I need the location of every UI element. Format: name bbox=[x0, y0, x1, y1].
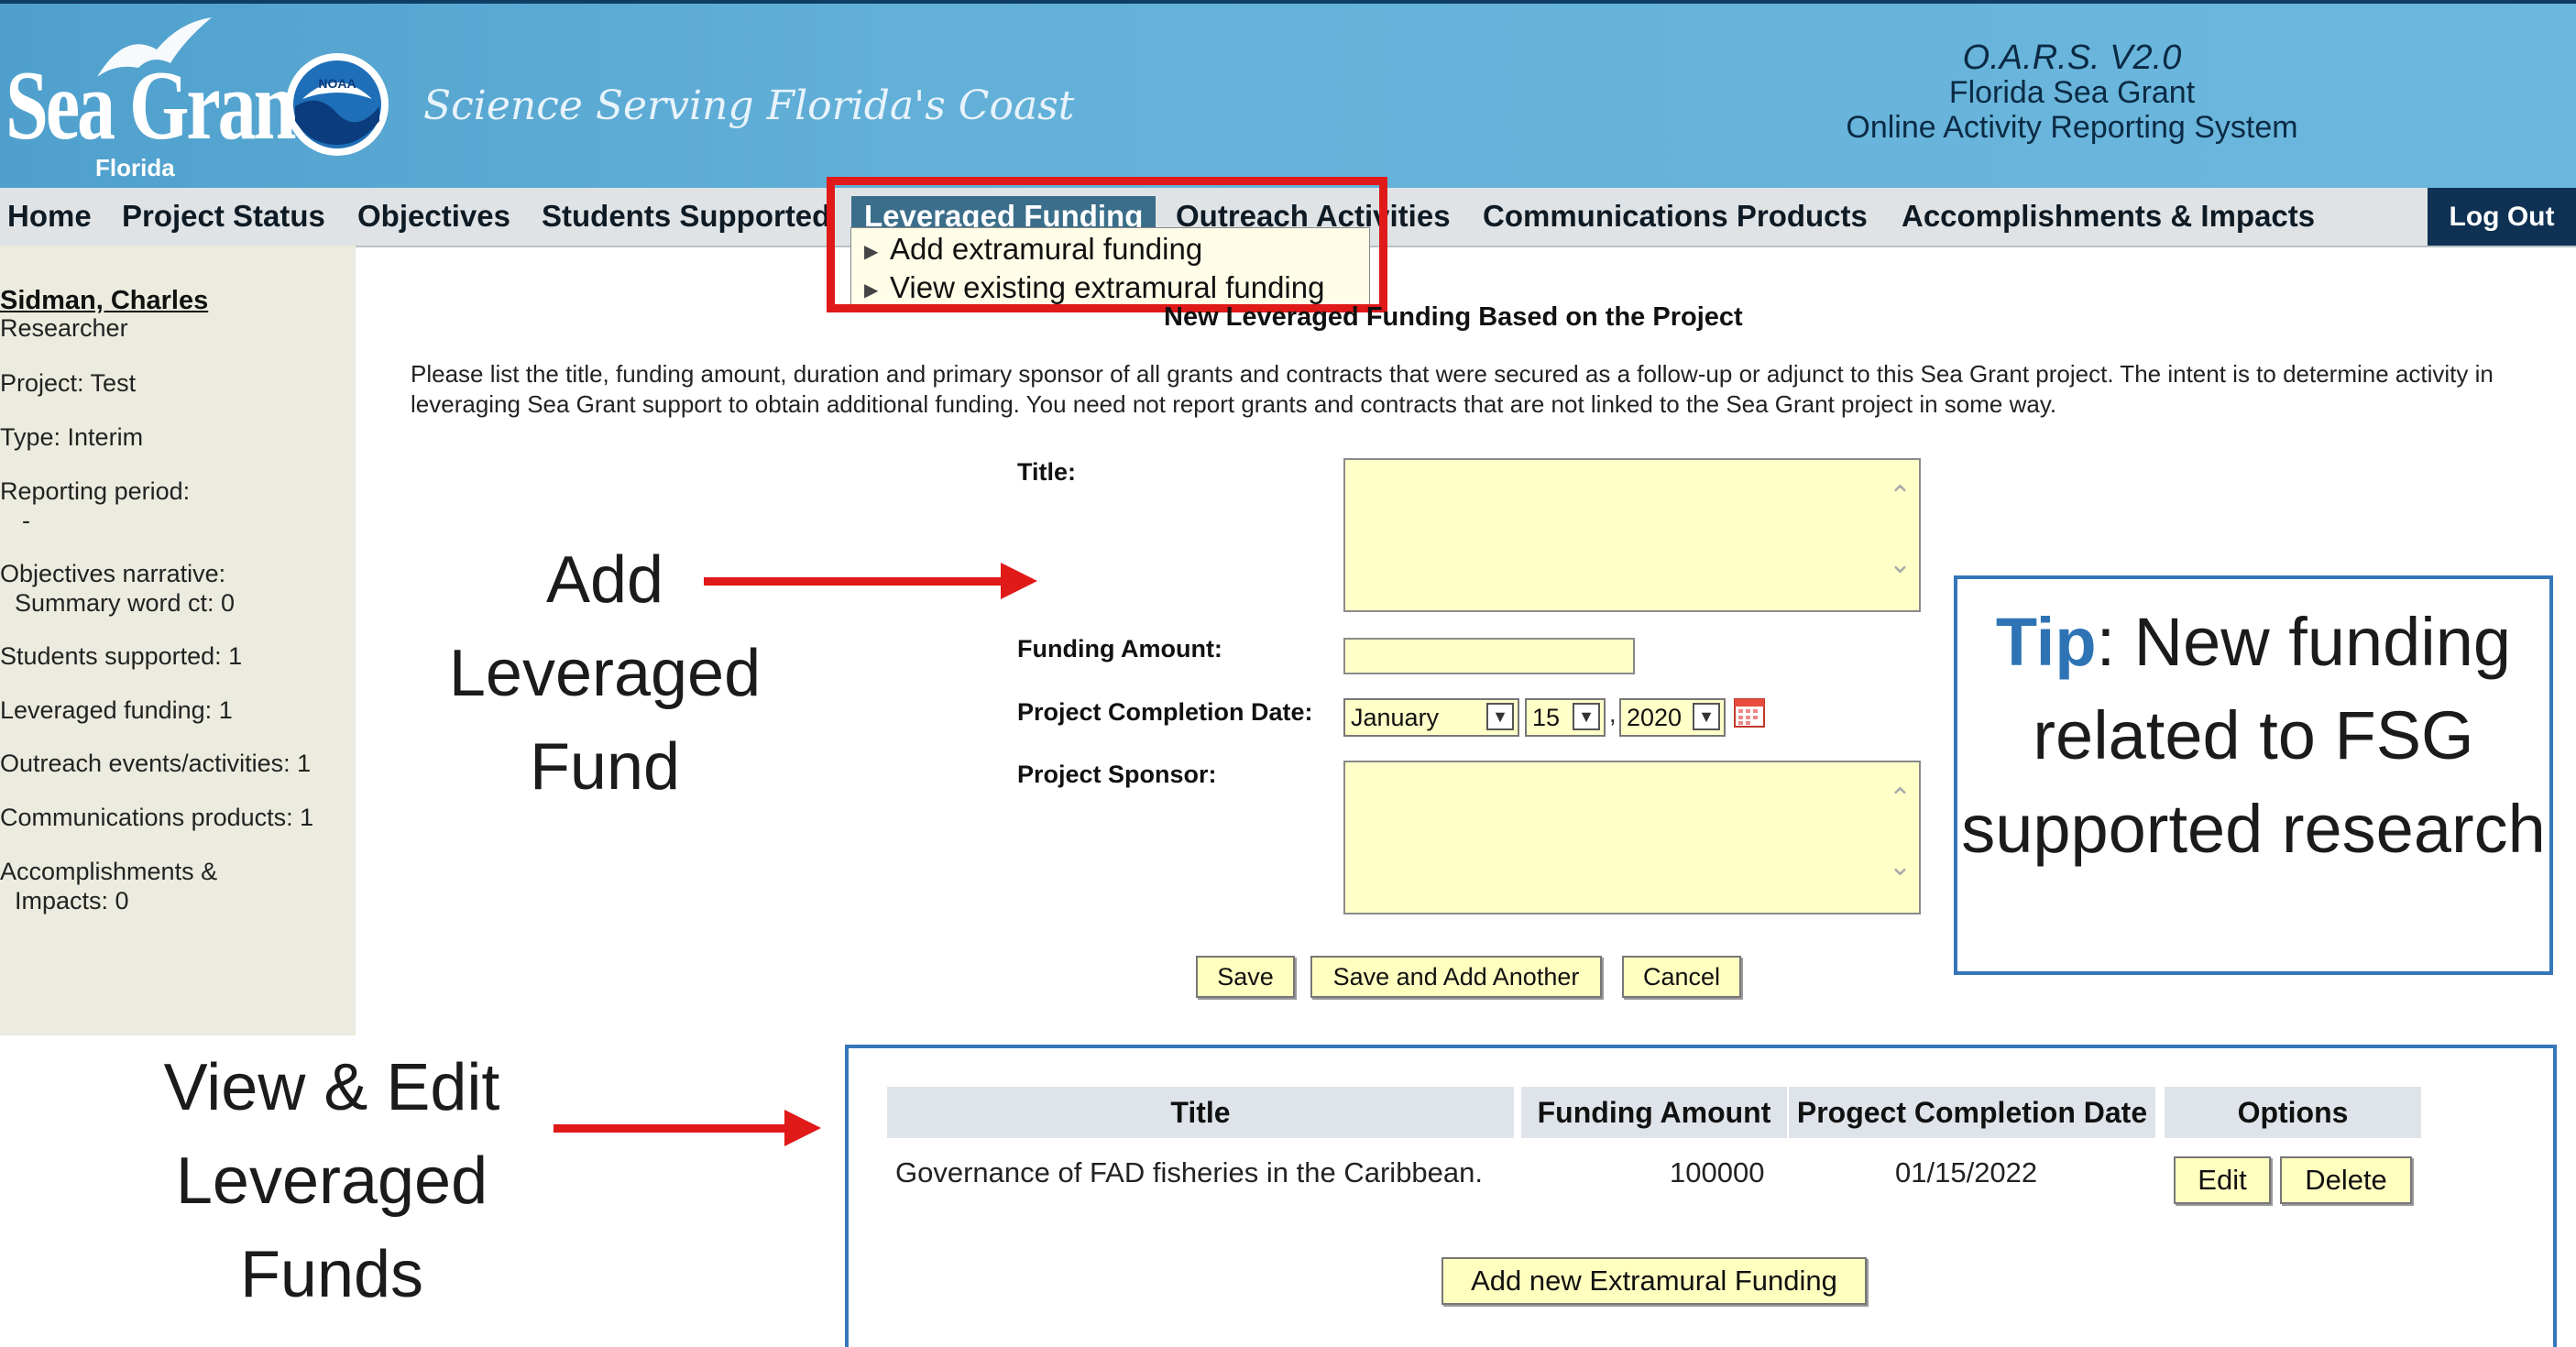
col-header-title: Title bbox=[887, 1087, 1514, 1138]
researcher-name-link[interactable]: Sidman, Charles bbox=[0, 286, 208, 316]
row-funding-amount: 100000 bbox=[1670, 1156, 1765, 1188]
row-title: Governance of FAD fisheries in the Carib… bbox=[895, 1156, 1484, 1188]
leveraged-funding-count: Leveraged funding: 1 bbox=[0, 696, 233, 724]
reporting-period-label: Reporting period: bbox=[0, 477, 191, 505]
project-sponsor-textarea[interactable]: ⌃ ⌄ bbox=[1343, 761, 1921, 914]
month-select[interactable]: January ▼ bbox=[1343, 698, 1519, 737]
objectives-narrative-label: Objectives narrative: bbox=[0, 560, 226, 587]
chevron-down-icon: ▼ bbox=[1573, 703, 1600, 730]
date-separator: , bbox=[1609, 700, 1617, 728]
col-header-completion-date: Progect Completion Date bbox=[1789, 1087, 2155, 1138]
tip-keyword: Tip bbox=[1995, 604, 2097, 680]
row-completion-date: 01/15/2022 bbox=[1895, 1156, 2038, 1188]
save-button[interactable]: Save bbox=[1196, 956, 1295, 998]
add-new-extramural-funding-button[interactable]: Add new Extramural Funding bbox=[1441, 1257, 1867, 1305]
researcher-role: Researcher bbox=[0, 314, 128, 342]
tip-text: Tip: New funding related to FSG supporte… bbox=[1957, 596, 2549, 876]
cancel-button[interactable]: Cancel bbox=[1622, 956, 1741, 998]
communications-count: Communications products: 1 bbox=[0, 804, 314, 831]
title-textarea[interactable]: ⌃ ⌄ bbox=[1343, 458, 1921, 612]
scroll-down-icon[interactable]: ⌄ bbox=[1889, 548, 1912, 580]
edit-button[interactable]: Edit bbox=[2174, 1156, 2271, 1204]
day-value: 15 bbox=[1532, 704, 1561, 731]
chevron-down-icon: ▼ bbox=[1693, 703, 1720, 730]
tip-callout: Tip: New funding related to FSG supporte… bbox=[1954, 575, 2553, 975]
month-value: January bbox=[1351, 704, 1440, 731]
scroll-up-icon[interactable]: ⌃ bbox=[1889, 783, 1912, 815]
report-type: Type: Interim bbox=[0, 423, 144, 451]
completion-date-label: Project Completion Date: bbox=[1017, 698, 1313, 726]
highlight-box bbox=[827, 177, 1387, 312]
day-select[interactable]: 15 ▼ bbox=[1525, 698, 1606, 737]
chevron-down-icon: ▼ bbox=[1486, 703, 1514, 730]
annotation-line: Leveraged bbox=[175, 1144, 488, 1218]
title-label: Title: bbox=[1017, 458, 1077, 486]
sea-grant-logo[interactable]: Sea Grant bbox=[5, 57, 319, 156]
year-value: 2020 bbox=[1627, 704, 1683, 731]
col-header-options: Options bbox=[2165, 1087, 2421, 1138]
arrow-right-icon bbox=[1001, 563, 1037, 599]
logo-florida-label: Florida bbox=[95, 154, 175, 181]
view-edit-annotation: View & Edit Leveraged Funds bbox=[103, 1041, 561, 1321]
header-banner: Sea Grant Florida NOAA Science Serving F… bbox=[0, 0, 2576, 188]
outreach-count: Outreach events/activities: 1 bbox=[0, 750, 312, 777]
scroll-up-icon[interactable]: ⌃ bbox=[1889, 480, 1912, 512]
annotation-line: Fund bbox=[529, 730, 681, 804]
add-fund-annotation: Add Leveraged Fund bbox=[403, 533, 806, 814]
sidebar: Sidman, Charles Researcher Project: Test… bbox=[0, 246, 356, 1035]
save-and-add-another-button[interactable]: Save and Add Another bbox=[1310, 956, 1602, 998]
accomplishments-count: Impacts: 0 bbox=[15, 887, 129, 914]
year-select[interactable]: 2020 ▼ bbox=[1619, 698, 1726, 737]
calendar-icon[interactable] bbox=[1734, 698, 1765, 728]
annotation-line: Funds bbox=[239, 1238, 424, 1311]
app-title-block: O.A.R.S. V2.0 Florida Sea Grant Online A… bbox=[1751, 40, 2393, 145]
nav-home[interactable]: Home bbox=[7, 199, 92, 234]
reporting-period-value: - bbox=[22, 507, 30, 534]
nav-accomplishments-impacts[interactable]: Accomplishments & Impacts bbox=[1902, 199, 2315, 234]
delete-button[interactable]: Delete bbox=[2280, 1156, 2412, 1204]
nav-students-supported[interactable]: Students Supported bbox=[542, 199, 830, 234]
scroll-down-icon[interactable]: ⌄ bbox=[1889, 850, 1912, 882]
students-supported-count: Students supported: 1 bbox=[0, 642, 243, 670]
summary-word-count: Summary word ct: 0 bbox=[15, 589, 236, 617]
project-sponsor-label: Project Sponsor: bbox=[1017, 761, 1217, 788]
app-name: Online Activity Reporting System bbox=[1846, 110, 2298, 145]
arrow-line bbox=[554, 1124, 797, 1133]
annotation-line: View & Edit bbox=[163, 1051, 500, 1124]
form-title: New Leveraged Funding Based on the Proje… bbox=[1164, 302, 1743, 332]
nav-project-status[interactable]: Project Status bbox=[122, 199, 325, 234]
project-name: Project: Test bbox=[0, 369, 137, 397]
funding-amount-input[interactable] bbox=[1343, 638, 1635, 674]
accomplishments-label: Accomplishments & bbox=[0, 858, 218, 885]
arrow-line bbox=[704, 577, 1015, 586]
funding-amount-label: Funding Amount: bbox=[1017, 635, 1222, 663]
form-instructions: Please list the title, funding amount, d… bbox=[411, 360, 2494, 418]
noaa-logo-text: NOAA bbox=[318, 76, 356, 91]
logout-button[interactable]: Log Out bbox=[2428, 188, 2576, 246]
arrow-right-icon bbox=[784, 1110, 821, 1146]
noaa-logo-icon: NOAA bbox=[286, 53, 389, 156]
app-version: O.A.R.S. V2.0 bbox=[1962, 38, 2182, 77]
app-org: Florida Sea Grant bbox=[1948, 75, 2196, 110]
tagline: Science Serving Florida's Coast bbox=[423, 82, 1075, 129]
nav-objectives[interactable]: Objectives bbox=[357, 199, 510, 234]
annotation-line: Leveraged bbox=[448, 637, 762, 710]
nav-communications-products[interactable]: Communications Products bbox=[1483, 199, 1868, 234]
col-header-funding-amount: Funding Amount bbox=[1521, 1087, 1787, 1138]
